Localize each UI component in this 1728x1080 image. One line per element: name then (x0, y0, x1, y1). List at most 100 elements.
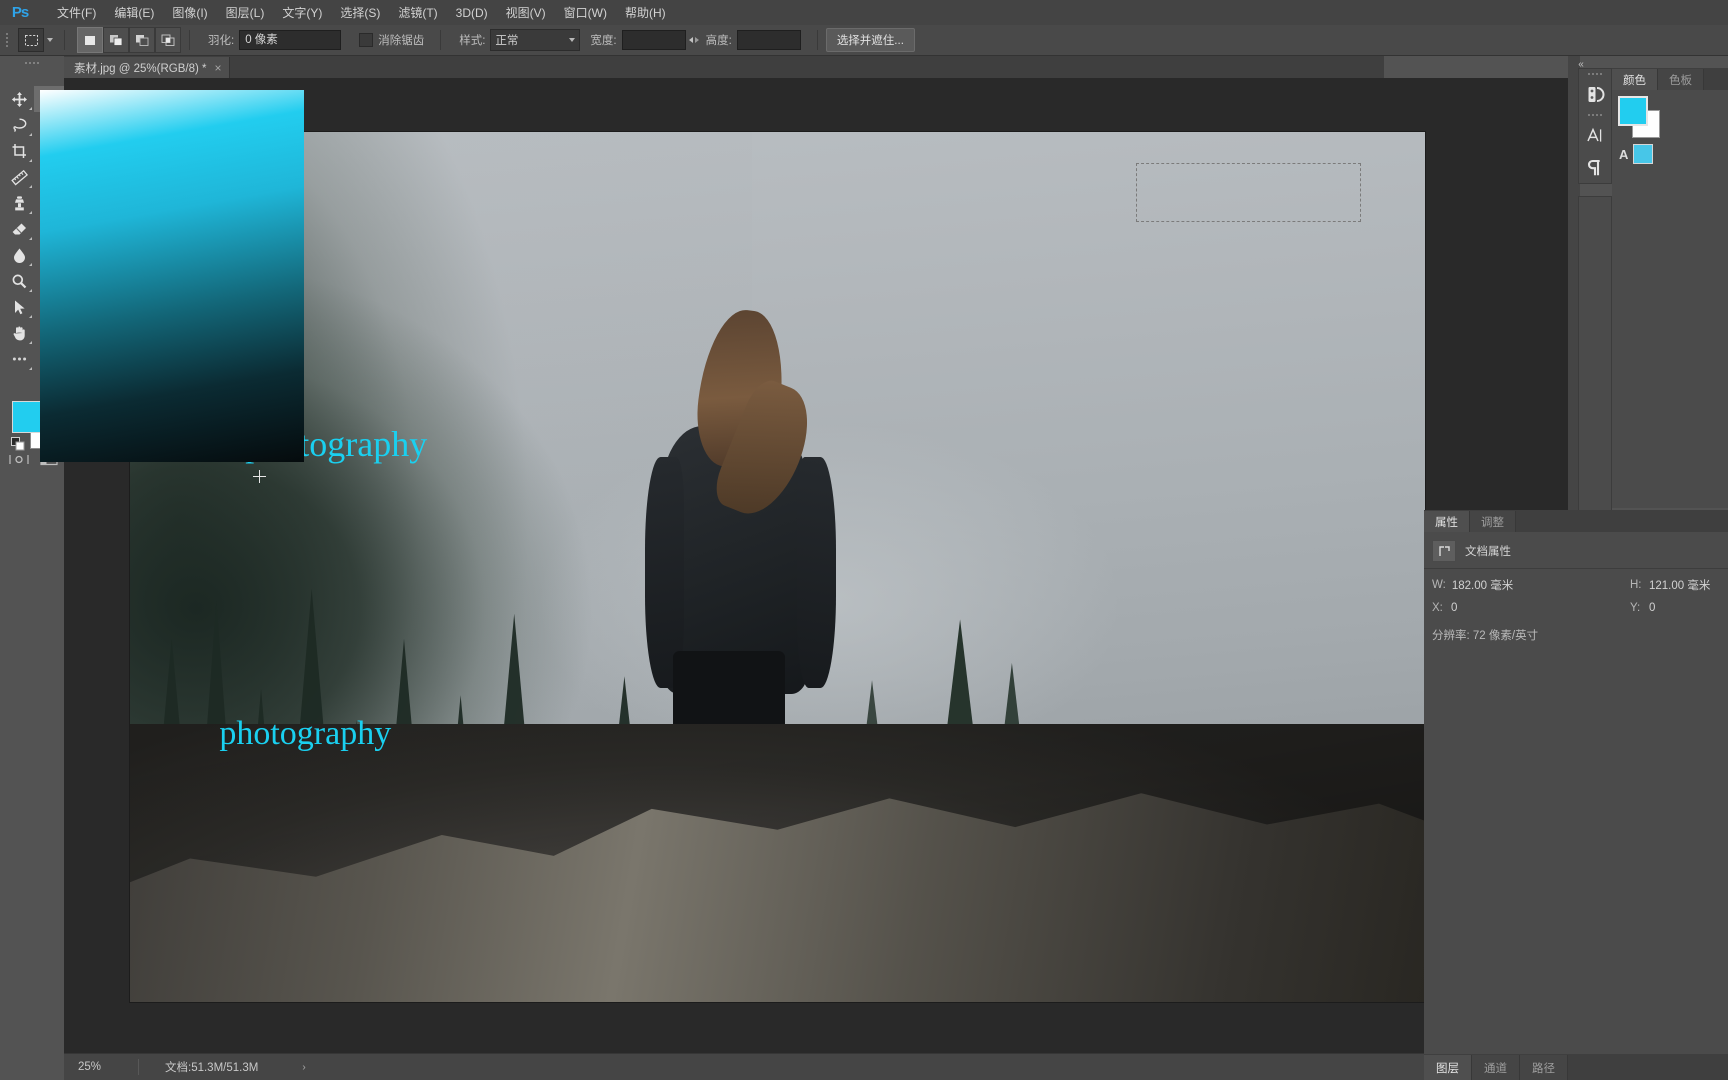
color-panel-swatch-row (1612, 90, 1728, 138)
style-select[interactable]: 正常 (490, 29, 581, 51)
width-prop-label: W: (1432, 579, 1446, 591)
photo-content: photography photography (130, 132, 1425, 1002)
y-prop-label: Y: (1630, 602, 1641, 614)
x-prop-value[interactable]: 0 (1451, 602, 1457, 614)
width-input[interactable] (621, 30, 686, 50)
menu-view[interactable]: 视图(V) (497, 1, 555, 24)
color-panel-mode-swatch[interactable] (1633, 144, 1654, 164)
panel-icon-column-grip[interactable] (1579, 69, 1611, 78)
add-to-selection-button[interactable] (103, 27, 129, 53)
color-ramp[interactable] (40, 90, 304, 462)
swap-width-height-button[interactable] (686, 31, 702, 49)
document-tab[interactable]: 素材.jpg @ 25%(RGB/8) * × (64, 57, 231, 78)
properties-header: 文档属性 (1424, 532, 1728, 568)
menu-edit[interactable]: 编辑(E) (105, 1, 163, 24)
select-and-mask-button[interactable]: 选择并遮住... (825, 28, 915, 52)
blur-tool[interactable] (4, 242, 34, 268)
new-selection-button[interactable] (77, 27, 103, 53)
ruler-tool[interactable] (4, 164, 34, 190)
marquee-selection[interactable] (1136, 163, 1361, 222)
color-panel-icon[interactable] (1579, 78, 1611, 110)
tab-adjustments[interactable]: 调整 (1470, 511, 1516, 532)
menu-layer[interactable]: 图层(L) (217, 1, 274, 24)
options-separator-3 (440, 30, 442, 50)
options-separator-1 (64, 30, 65, 50)
canvas-text-2[interactable]: photography (219, 715, 391, 753)
feather-label: 羽化: (208, 35, 235, 47)
tools-panel-grip[interactable] (0, 56, 64, 70)
document-tab-title: 素材.jpg @ 25%(RGB/8) * (74, 62, 207, 75)
clone-stamp-tool[interactable] (4, 190, 34, 216)
crop-tool[interactable] (4, 138, 34, 164)
document-tab-strip: 素材.jpg @ 25%(RGB/8) * × (64, 56, 1384, 78)
close-icon[interactable]: × (214, 62, 221, 74)
move-tool[interactable] (4, 86, 34, 112)
panel-icon-column (1578, 68, 1612, 184)
menu-type[interactable]: 文字(Y) (273, 1, 331, 24)
properties-panel-tabs: 属性 调整 (1424, 510, 1728, 532)
status-zoom-level[interactable]: 25% (64, 1061, 138, 1073)
menu-3d[interactable]: 3D(D) (447, 3, 497, 23)
image-canvas[interactable]: photography photography (130, 132, 1425, 1002)
options-separator-4 (816, 30, 818, 50)
dodge-tool[interactable] (4, 268, 34, 294)
height-label: 高度: (705, 35, 732, 47)
menu-image[interactable]: 图像(I) (163, 1, 216, 24)
antialias-checkbox[interactable] (359, 33, 374, 47)
tab-properties[interactable]: 属性 (1424, 511, 1470, 532)
menu-select[interactable]: 选择(S) (331, 1, 389, 24)
properties-heading: 文档属性 (1465, 546, 1511, 558)
panel-icon-column-grip-2[interactable] (1579, 110, 1611, 119)
subtract-from-selection-button[interactable] (129, 27, 155, 53)
tool-preset-caret[interactable] (44, 29, 56, 51)
menu-bar: Ps 文件(F) 编辑(E) 图像(I) 图层(L) 文字(Y) 选择(S) 滤镜(T) 3D… (0, 0, 1728, 25)
quick-mask-toggle[interactable] (4, 446, 34, 472)
edit-toolbar-tool[interactable] (4, 346, 34, 372)
photoshop-window: Ps 文件(F) 编辑(E) 图像(I) 图层(L) 文字(Y) 选择(S) 滤镜(T) 3D… (0, 0, 1728, 1080)
character-panel-icon[interactable] (1579, 119, 1611, 151)
intersect-with-selection-button[interactable] (155, 27, 181, 53)
menu-help[interactable]: 帮助(H) (616, 1, 675, 24)
app-logo: Ps (11, 4, 29, 21)
menu-window[interactable]: 窗口(W) (555, 1, 616, 24)
current-tool-icon (18, 28, 44, 52)
antialias-label: 消除锯齿 (378, 35, 425, 47)
status-left-filler (0, 1054, 64, 1080)
options-separator-2 (189, 30, 190, 50)
tab-color[interactable]: 颜色 (1612, 69, 1658, 90)
paragraph-panel-icon[interactable] (1579, 151, 1611, 183)
color-panel-swatches (1618, 96, 1660, 138)
tab-paths[interactable]: 路径 (1520, 1055, 1568, 1080)
color-panel-foreground-swatch[interactable] (1618, 96, 1648, 126)
tool-preset-picker[interactable] (18, 28, 56, 52)
options-bar-grip[interactable] (0, 25, 14, 55)
feather-input[interactable]: 0 像素 (239, 30, 342, 50)
lasso-tool[interactable] (4, 112, 34, 138)
status-bar: 25% 文档:51.3M/51.3M › (64, 1053, 1424, 1080)
selection-mode-group (77, 27, 181, 53)
properties-panel-tabs-filler (1516, 511, 1728, 532)
width-prop-value[interactable]: 182.00 毫米 (1452, 577, 1513, 593)
status-arrow-icon[interactable]: › (258, 1062, 305, 1073)
status-document-info: 文档:51.3M/51.3M (165, 1062, 259, 1074)
menu-filter[interactable]: 滤镜(T) (389, 1, 446, 24)
properties-panel: 属性 调整 文档属性 W: 182.00 毫米 H: 121.00 毫米 X: … (1424, 510, 1728, 1054)
tab-swatches[interactable]: 色板 (1658, 69, 1704, 90)
tool-options-bar: 羽化: 0 像素 消除锯齿 样式: 正常 宽度: 高度: 选择并遮住... (0, 25, 1728, 56)
height-input[interactable] (736, 30, 801, 50)
height-prop-value[interactable]: 121.00 毫米 (1649, 577, 1710, 593)
color-panel-mode-row: A (1612, 136, 1728, 164)
resolution-prop[interactable]: 分辨率: 72 像素/英寸 (1432, 623, 1720, 643)
path-selection-tool[interactable] (4, 294, 34, 320)
style-value: 正常 (495, 35, 519, 47)
style-label: 样式: (459, 35, 486, 47)
color-panel-tabs: 颜色 色板 (1612, 68, 1728, 90)
menu-file[interactable]: 文件(F) (48, 1, 105, 24)
eraser-tool[interactable] (4, 216, 34, 242)
tab-layers[interactable]: 图层 (1424, 1055, 1472, 1080)
tab-channels[interactable]: 通道 (1472, 1055, 1520, 1080)
y-prop-value[interactable]: 0 (1649, 602, 1655, 614)
width-label: 宽度: (590, 35, 617, 47)
height-prop-label: H: (1630, 579, 1642, 591)
hand-tool[interactable] (4, 320, 34, 346)
